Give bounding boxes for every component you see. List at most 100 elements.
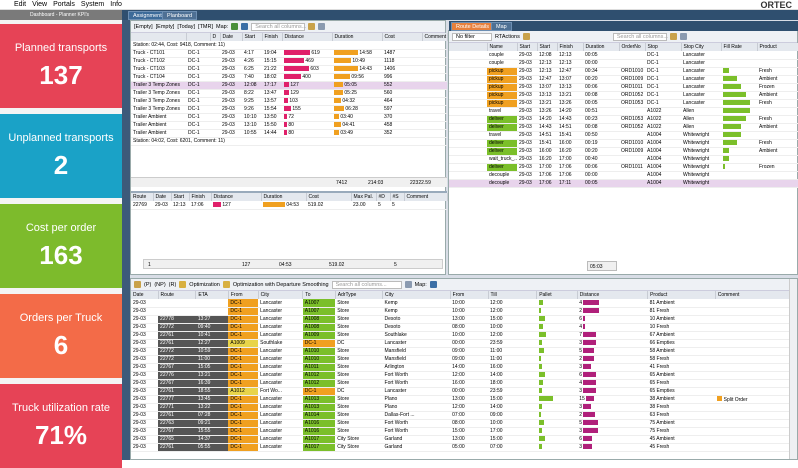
menu-system[interactable]: System [81, 1, 104, 8]
filter-r[interactable]: (R) [169, 282, 177, 288]
table-row[interactable]: 29-03 22767 16:39 DC-1 Lancaster A1012 Store Fo… [131, 379, 797, 388]
column-header[interactable]: AdrType [335, 291, 384, 299]
table-row[interactable]: 29-03 22761 05:55 DC-1 Lancaster A1017 City St… [131, 443, 797, 452]
column-header[interactable]: Finish [189, 193, 212, 201]
filter-icon[interactable] [522, 33, 530, 40]
optimization-smoothing-icon[interactable] [222, 281, 230, 288]
column-header[interactable]: Route [158, 291, 197, 299]
table-row[interactable]: 29-03 DC-1 Lancaster A1007 Store Kemp 10:00 12:… [131, 299, 797, 308]
table-row[interactable]: Trailer 3 Temp Zones DC-1 29-03 9:26 15:54 1… [131, 105, 447, 114]
tab-route-details[interactable]: Route Details [451, 22, 495, 31]
table-row[interactable]: 29-03 22772 10:59 DC-1 Lancaster A1010 Store Ma… [131, 347, 797, 356]
column-header[interactable]: Fill Rate [721, 43, 758, 51]
table-row[interactable]: 29-03 22761 07:28 DC-1 Lancaster A1014 Store Da… [131, 411, 797, 420]
group-header[interactable]: Station: 02:44, Cost: 9418, Comment: 11) [131, 41, 447, 50]
tab-map[interactable]: Map [491, 22, 512, 31]
table-row[interactable]: Truck - CT101 DC-1 29-03 4:17 19:04 619 14:5… [131, 49, 447, 58]
column-header[interactable]: Start [517, 43, 538, 51]
table-row[interactable]: deliver 29-03 14:43 14:51 00:08 ORD1052 A1022 A… [449, 123, 798, 132]
table-row[interactable]: 29-03 22761 18:55 A1012 Fort Wo... DC-1 DC Lanc… [131, 387, 797, 396]
column-header[interactable]: Distance [577, 291, 649, 299]
table-row[interactable]: Trailer Ambient DC-1 29-03 13:10 15:50 80 04… [131, 121, 447, 130]
filter-today[interactable]: [Today] [177, 24, 195, 30]
table-row[interactable]: 29-03 22772 09:40 DC-1 Lancaster A1008 Store De… [131, 323, 797, 332]
column-header[interactable]: D [210, 33, 221, 41]
table-row[interactable]: couple 29-03 12:08 12:13 00:05 DC-1 Lancaster [449, 51, 798, 60]
optimization-button[interactable]: Optimization [189, 282, 220, 288]
column-header[interactable]: Max Pal. [351, 193, 377, 201]
column-header[interactable]: Name [487, 43, 518, 51]
table-row[interactable]: pickup 29-03 12:47 13:07 00:20 ORD1009 DC-1 Lan… [449, 75, 798, 84]
column-header[interactable]: OrderNo [619, 43, 646, 51]
column-header[interactable]: Comment [715, 291, 798, 299]
menu-info[interactable]: Info [110, 1, 122, 8]
table-row[interactable]: 29-03 22761 10:41 DC-1 Lancaster A1009 Store So… [131, 331, 797, 340]
filter-select[interactable]: No filter [452, 32, 492, 41]
table-row[interactable]: 22769 29-03 12:13 17:06 127 04:53 519.02… [131, 201, 447, 210]
menu-edit[interactable]: Edit [14, 1, 26, 8]
column-header[interactable]: Distance [282, 33, 333, 41]
column-header[interactable]: Start [242, 33, 263, 41]
column-header[interactable]: Start [171, 193, 190, 201]
column-header[interactable]: Till [488, 291, 538, 299]
column-header[interactable]: Stop [645, 43, 682, 51]
columns-icon[interactable] [679, 33, 687, 40]
column-header[interactable]: From [450, 291, 489, 299]
table-row[interactable]: Trailer 3 Temp Zones DC-1 29-03 8:22 13:47 1… [131, 89, 447, 98]
table-row[interactable]: travel 29-03 14:51 15:41 00:50 A1004 Whitewrig… [449, 131, 798, 140]
filter-not-planned[interactable]: (NP) [154, 282, 165, 288]
table-row[interactable]: 29-03 22767 15:55 DC-1 Lancaster A1016 Store Fo… [131, 427, 797, 436]
table-row[interactable]: deliver 29-03 15:41 16:00 00:19 ORD1010 A1004 W… [449, 139, 798, 148]
column-header[interactable]: Finish [557, 43, 584, 51]
table-row[interactable]: travel 29-03 13:26 14:20 00:51 A1022 Allen [449, 107, 798, 116]
table-row[interactable]: Truck - CT102 DC-1 29-03 4:26 15:15 469 10:4… [131, 57, 447, 66]
optimization-icon[interactable] [179, 281, 187, 288]
columns-icon[interactable] [318, 23, 326, 30]
table-row[interactable]: 29-03 22772 11:00 DC-1 Lancaster A1010 Store Ma… [131, 355, 797, 364]
left-splitter[interactable] [122, 20, 130, 460]
filter-icon[interactable] [308, 23, 316, 30]
details-search-input[interactable]: Search all columns... [612, 32, 668, 41]
column-header[interactable]: Distance [211, 193, 262, 201]
table-row[interactable]: wait_truck_... 29-03 16:20 17:00 00:40 A1004 W… [449, 155, 798, 164]
column-header[interactable]: Cost [382, 33, 423, 41]
table-row[interactable]: 29-03 22771 13:22 DC-1 Lancaster A1013 Store Pl… [131, 403, 797, 412]
column-header[interactable]: From [228, 291, 259, 299]
column-header[interactable]: To [302, 291, 336, 299]
map-icon[interactable] [429, 281, 437, 288]
column-header[interactable]: Product [647, 291, 716, 299]
table-row[interactable]: 29-03 DC-1 Lancaster A1007 Store Kemp 10:00 12:… [131, 307, 797, 316]
rtactions-menu[interactable]: RTActions [495, 34, 520, 40]
column-header[interactable]: Duration [583, 43, 620, 51]
table-row[interactable]: Truck - CT103 DC-1 29-03 6:25 21:22 603 14:4… [131, 65, 447, 74]
table-row[interactable]: 29-03 22767 15:05 DC-1 Lancaster A1011 Store Ar… [131, 363, 797, 372]
table-row[interactable]: deliver 29-03 17:00 17:06 00:06 ORD1011 A1004 W… [449, 163, 798, 172]
column-header[interactable]: Stop City [681, 43, 722, 51]
table-row[interactable]: pickup 29-03 12:13 12:47 00:34 ORD1010 DC-1 Lan… [449, 67, 798, 76]
column-header[interactable]: ETA [195, 291, 229, 299]
orders-search-input[interactable]: Search all columns... [331, 280, 402, 289]
table-row[interactable]: 29-03 22776 13:21 DC-1 Lancaster A1012 Store Fo… [131, 371, 797, 380]
column-header[interactable]: Date [153, 193, 172, 201]
filter-tmr[interactable]: [TMR] [198, 24, 213, 30]
clear-filter-icon[interactable] [669, 33, 677, 40]
table-row[interactable]: 29-03 22761 12:27 A1009 Southlake DC-1 DC Lanca… [131, 339, 797, 348]
filter-empty-2[interactable]: [Empty] [156, 24, 175, 30]
table-row[interactable]: pickup 29-03 13:07 13:13 00:06 ORD1011 DC-1 Lan… [449, 83, 798, 92]
routes-search-input[interactable]: Search all columns... [251, 22, 306, 31]
column-header[interactable]: City [382, 291, 451, 299]
table-row[interactable]: decouple 29-03 17:06 17:11 00:05 A1004 Whitewr… [449, 179, 798, 188]
column-header[interactable]: Date [131, 291, 159, 299]
table-row[interactable]: deliver 29-03 16:00 16:20 00:20 ORD1009 A1004 W… [449, 147, 798, 156]
table-row[interactable]: decouple 29-03 17:06 17:06 00:00 A1004 Whitewr… [449, 171, 798, 180]
columns-icon[interactable] [404, 281, 412, 288]
column-header[interactable]: Comment [404, 193, 448, 201]
column-header[interactable]: Finish [262, 33, 283, 41]
column-header[interactable]: Date [220, 33, 243, 41]
table-row[interactable]: couple 29-03 12:13 12:13 00:00 DC-1 Lancaster [449, 59, 798, 68]
table-row[interactable]: 29-03 22777 13:45 DC-1 Lancaster A1013 Store Pl… [131, 395, 797, 404]
orders-scrollbar[interactable] [789, 279, 797, 459]
table-row[interactable]: Trailer Ambient DC-1 29-03 10:10 13:50 72 03… [131, 113, 447, 122]
table-row[interactable]: Trailer 3 Temp Zones DC-1 29-03 9:25 13:57 1… [131, 97, 447, 106]
column-header[interactable]: Product [757, 43, 798, 51]
